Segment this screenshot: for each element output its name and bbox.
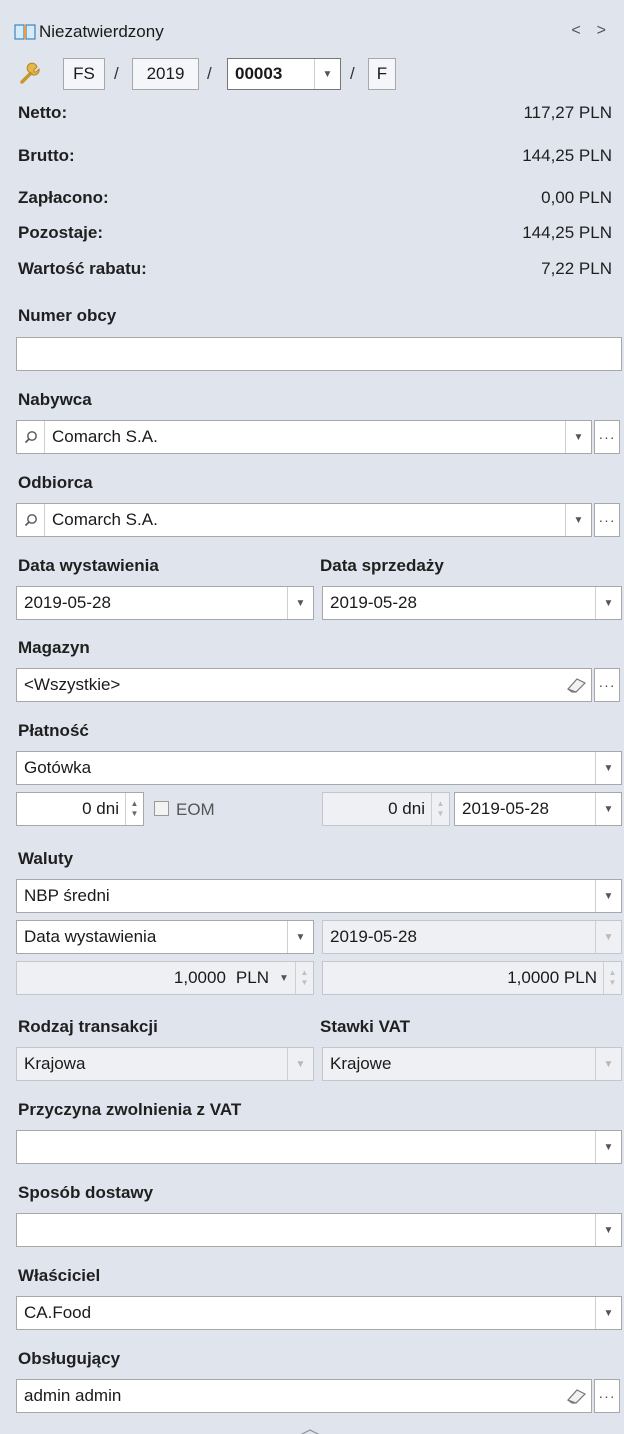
- prev-arrow-icon[interactable]: <: [571, 22, 580, 40]
- chevron-down-icon[interactable]: ▼: [565, 421, 591, 453]
- platnosc-field[interactable]: Gotówka ▼: [16, 751, 622, 785]
- chevron-down-icon: ▼: [595, 921, 621, 953]
- status-header: Niezatwierdzony: [14, 22, 164, 42]
- next-arrow-icon[interactable]: >: [597, 22, 606, 40]
- eraser-icon[interactable]: [561, 1380, 591, 1412]
- stepper-arrows-icon[interactable]: ▲ ▼: [125, 793, 143, 825]
- chevron-down-icon: ▼: [595, 1048, 621, 1080]
- waluty-date-type-field[interactable]: Data wystawienia ▼: [16, 920, 314, 954]
- collapse-handle[interactable]: [130, 1424, 490, 1434]
- chevron-down-icon[interactable]: ▼: [287, 921, 313, 953]
- chevron-down-icon[interactable]: ▼: [595, 1297, 621, 1329]
- data-wystawienia-field[interactable]: 2019-05-28 ▼: [16, 586, 314, 620]
- obslugujacy-label: Obsługujący: [18, 1349, 121, 1368]
- sposob-dostawy-field[interactable]: ▼: [16, 1213, 622, 1247]
- stepper-arrows-icon: ▲ ▼: [295, 962, 313, 994]
- przyczyna-field[interactable]: ▼: [16, 1130, 622, 1164]
- obslugujacy-more-button[interactable]: ···: [594, 1379, 620, 1413]
- przyczyna-label: Przyczyna zwolnienia z VAT: [18, 1100, 242, 1119]
- chevron-down-icon[interactable]: ▼: [595, 793, 621, 825]
- search-icon[interactable]: [17, 421, 45, 453]
- currency-label: PLN: [235, 968, 269, 987]
- chevron-down-icon[interactable]: ▼: [595, 587, 621, 619]
- chevron-down-icon[interactable]: ▼: [273, 962, 295, 994]
- odbiorca-field[interactable]: Comarch S.A. ▼: [16, 503, 592, 537]
- data-wystawienia-label: Data wystawienia: [18, 556, 159, 575]
- rodzaj-transakcji-label: Rodzaj transakcji: [18, 1017, 158, 1036]
- stepper-arrows-icon: ▲ ▼: [431, 793, 449, 825]
- waluty-rate-field: 1,0000 PLN ▼ ▲ ▼: [16, 961, 314, 995]
- wrench-icon[interactable]: [18, 62, 42, 86]
- chevron-down-icon[interactable]: ▼: [595, 752, 621, 784]
- chevron-down-icon[interactable]: ▼: [595, 1214, 621, 1246]
- numer-obcy-input[interactable]: [16, 337, 622, 371]
- platnosc-days2-stepper: 0 dni ▲ ▼: [322, 792, 450, 826]
- data-sprzedazy-field[interactable]: 2019-05-28 ▼: [322, 586, 622, 620]
- book-icon: [14, 23, 36, 41]
- obslugujacy-field[interactable]: admin admin: [16, 1379, 592, 1413]
- platnosc-label: Płatność: [18, 721, 89, 740]
- wlasciciel-field[interactable]: CA.Food ▼: [16, 1296, 622, 1330]
- chevron-down-icon[interactable]: ▼: [565, 504, 591, 536]
- stawki-vat-label: Stawki VAT: [320, 1017, 411, 1036]
- magazyn-label: Magazyn: [18, 638, 90, 657]
- waluty-label: Waluty: [18, 849, 74, 868]
- document-number-field[interactable]: 00003 ▼: [227, 58, 341, 90]
- chevron-down-icon[interactable]: ▼: [595, 1131, 621, 1163]
- document-status: Niezatwierdzony: [39, 22, 164, 41]
- waluty-date-field: 2019-05-28 ▼: [322, 920, 622, 954]
- magazyn-field[interactable]: <Wszystkie>: [16, 668, 592, 702]
- nabywca-label: Nabywca: [18, 390, 92, 409]
- search-icon[interactable]: [17, 504, 45, 536]
- platnosc-date-field[interactable]: 2019-05-28 ▼: [454, 792, 622, 826]
- chevron-down-icon[interactable]: ▼: [595, 880, 621, 912]
- stawki-vat-field: Krajowe ▼: [322, 1047, 622, 1081]
- waluty-rate2-field: 1,0000 PLN ▲ ▼: [322, 961, 622, 995]
- platnosc-days-stepper[interactable]: 0 dni ▲ ▼: [16, 792, 144, 826]
- nabywca-more-button[interactable]: ···: [594, 420, 620, 454]
- document-year-field[interactable]: 2019: [132, 58, 199, 90]
- nabywca-field[interactable]: Comarch S.A. ▼: [16, 420, 592, 454]
- eom-label: EOM: [176, 800, 215, 819]
- eraser-icon[interactable]: [561, 669, 591, 701]
- chevron-down-icon[interactable]: ▼: [287, 587, 313, 619]
- separator: /: [207, 64, 212, 83]
- waluty-field[interactable]: NBP średni ▼: [16, 879, 622, 913]
- wlasciciel-label: Właściciel: [18, 1266, 101, 1285]
- data-sprzedazy-label: Data sprzedaży: [320, 556, 444, 575]
- separator: /: [350, 64, 355, 83]
- rodzaj-transakcji-field: Krajowa ▼: [16, 1047, 314, 1081]
- odbiorca-label: Odbiorca: [18, 473, 93, 492]
- separator: /: [114, 64, 119, 83]
- chevron-down-icon[interactable]: ▼: [314, 59, 340, 89]
- document-type-field[interactable]: FS: [63, 58, 105, 90]
- magazyn-more-button[interactable]: ···: [594, 668, 620, 702]
- document-suffix-field[interactable]: F: [368, 58, 396, 90]
- sposob-dostawy-label: Sposób dostawy: [18, 1183, 154, 1202]
- eom-checkbox[interactable]: [154, 801, 169, 816]
- chevron-down-icon: ▼: [287, 1048, 313, 1080]
- stepper-arrows-icon: ▲ ▼: [603, 962, 621, 994]
- numer-obcy-label: Numer obcy: [18, 306, 117, 325]
- odbiorca-more-button[interactable]: ···: [594, 503, 620, 537]
